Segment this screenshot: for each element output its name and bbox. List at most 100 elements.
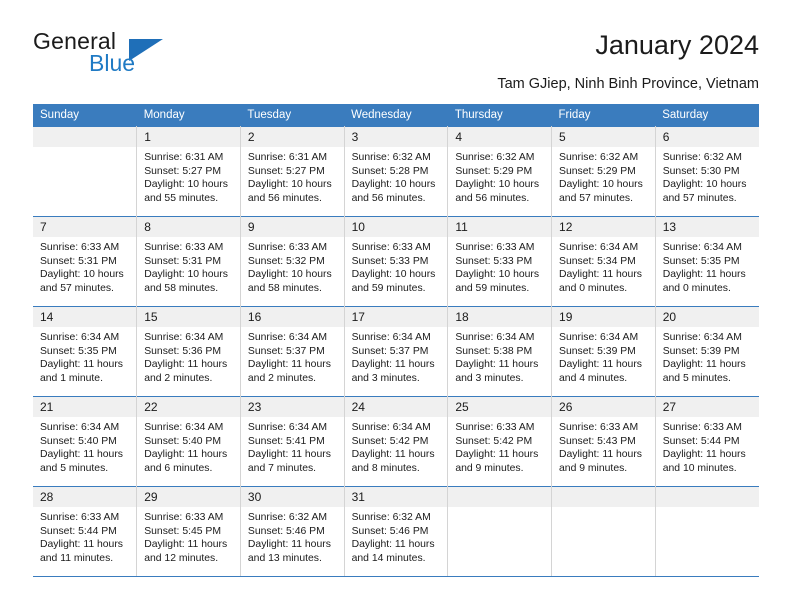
calendar-day-cell[interactable]: 24 Sunrise: 6:34 AM Sunset: 5:42 PM Dayligh… xyxy=(343,396,449,487)
day-number: 23 xyxy=(240,397,344,417)
day-details: Sunrise: 6:34 AM Sunset: 5:37 PM Daylight:… xyxy=(345,327,448,385)
day-details: Sunrise: 6:34 AM Sunset: 5:34 PM Daylight:… xyxy=(552,237,655,295)
calendar-day-cell[interactable]: 19 Sunrise: 6:34 AM Sunset: 5:39 PM Dayligh… xyxy=(551,306,656,397)
calendar-week-row: 14 Sunrise: 6:34 AM Sunset: 5:35 PM Dayligh… xyxy=(33,306,759,397)
weekday-header-saturday: Saturday xyxy=(655,104,759,127)
daylight-text-line1: Daylight: 11 hours xyxy=(662,269,746,281)
sunset-text: Sunset: 5:31 PM xyxy=(40,255,117,267)
daylight-text-line1: Daylight: 10 hours xyxy=(144,269,228,281)
day-details: Sunrise: 6:31 AM Sunset: 5:27 PM Daylight:… xyxy=(137,147,240,205)
daylight-text-line1: Daylight: 10 hours xyxy=(351,179,436,191)
daylight-text-line1: Daylight: 11 hours xyxy=(40,449,123,461)
sunrise-text: Sunrise: 6:33 AM xyxy=(455,242,535,253)
weekday-header-monday: Monday xyxy=(136,104,241,127)
sunset-text: Sunset: 5:40 PM xyxy=(144,435,222,447)
calendar-day-cell[interactable]: 2 Sunrise: 6:31 AM Sunset: 5:27 PM Daylight… xyxy=(239,126,345,217)
sunset-text: Sunset: 5:27 PM xyxy=(247,165,325,177)
sunrise-text: Sunrise: 6:33 AM xyxy=(40,242,120,253)
calendar-day-cell[interactable]: 18 Sunrise: 6:34 AM Sunset: 5:38 PM Dayligh… xyxy=(447,306,553,397)
sunset-text: Sunset: 5:41 PM xyxy=(247,435,325,447)
calendar-day-cell[interactable]: 8 Sunrise: 6:33 AM Sunset: 5:31 PM Daylight… xyxy=(136,216,241,307)
calendar-day-cell[interactable]: 23 Sunrise: 6:34 AM Sunset: 5:41 PM Dayligh… xyxy=(239,396,345,487)
day-number xyxy=(552,487,655,507)
calendar-day-cell[interactable]: 16 Sunrise: 6:34 AM Sunset: 5:37 PM Dayligh… xyxy=(239,306,345,397)
sunset-text: Sunset: 5:43 PM xyxy=(559,435,636,447)
calendar-day-cell[interactable]: 21 Sunrise: 6:34 AM Sunset: 5:40 PM Dayligh… xyxy=(33,396,138,487)
day-details: Sunrise: 6:33 AM Sunset: 5:45 PM Daylight:… xyxy=(137,507,240,565)
calendar-day-cell[interactable]: 17 Sunrise: 6:34 AM Sunset: 5:37 PM Dayligh… xyxy=(343,306,449,397)
day-number: 3 xyxy=(344,127,448,147)
sunset-text: Sunset: 5:40 PM xyxy=(40,435,117,447)
calendar-day-cell[interactable]: 5 Sunrise: 6:32 AM Sunset: 5:29 PM Daylight… xyxy=(551,126,656,217)
sunrise-text: Sunrise: 6:34 AM xyxy=(455,332,535,343)
calendar-day-cell[interactable]: 13 Sunrise: 6:34 AM Sunset: 5:35 PM Dayligh… xyxy=(654,216,759,307)
calendar-day-cell[interactable]: 1 Sunrise: 6:31 AM Sunset: 5:27 PM Daylight… xyxy=(136,126,241,217)
sunrise-text: Sunrise: 6:34 AM xyxy=(351,422,431,433)
day-details: Sunrise: 6:32 AM Sunset: 5:30 PM Daylight:… xyxy=(656,147,759,205)
calendar-day-cell[interactable]: 27 Sunrise: 6:33 AM Sunset: 5:44 PM Dayligh… xyxy=(654,396,759,487)
calendar-day-cell[interactable]: 11 Sunrise: 6:33 AM Sunset: 5:33 PM Dayligh… xyxy=(447,216,553,307)
sunrise-text: Sunrise: 6:32 AM xyxy=(662,152,742,163)
calendar-day-cell[interactable]: 10 Sunrise: 6:33 AM Sunset: 5:33 PM Dayligh… xyxy=(343,216,449,307)
brand-logo[interactable]: General Blue xyxy=(33,28,233,88)
calendar-day-cell[interactable]: 9 Sunrise: 6:33 AM Sunset: 5:32 PM Daylight… xyxy=(239,216,345,307)
daylight-text-line2: and 7 minutes. xyxy=(247,462,317,474)
daylight-text-line1: Daylight: 10 hours xyxy=(455,179,540,191)
daylight-text-line1: Daylight: 11 hours xyxy=(351,449,435,461)
calendar-day-cell[interactable]: 30 Sunrise: 6:32 AM Sunset: 5:46 PM Dayligh… xyxy=(239,486,345,577)
page-subtitle: Tam GJiep, Ninh Binh Province, Vietnam xyxy=(497,76,759,92)
day-details: Sunrise: 6:34 AM Sunset: 5:40 PM Daylight:… xyxy=(137,417,240,475)
daylight-text-line1: Daylight: 10 hours xyxy=(662,179,747,191)
sunset-text: Sunset: 5:37 PM xyxy=(351,345,429,357)
sunrise-text: Sunrise: 6:32 AM xyxy=(351,152,431,163)
sunset-text: Sunset: 5:29 PM xyxy=(455,165,533,177)
sunrise-text: Sunrise: 6:34 AM xyxy=(351,332,431,343)
calendar-day-cell[interactable]: 28 Sunrise: 6:33 AM Sunset: 5:44 PM Dayligh… xyxy=(33,486,138,577)
daylight-text-line2: and 0 minutes. xyxy=(662,282,731,294)
calendar-day-cell[interactable]: 7 Sunrise: 6:33 AM Sunset: 5:31 PM Daylight… xyxy=(33,216,138,307)
day-number: 12 xyxy=(552,217,655,237)
calendar-day-cell[interactable]: 22 Sunrise: 6:34 AM Sunset: 5:40 PM Dayligh… xyxy=(136,396,241,487)
page-title: January 2024 xyxy=(595,30,759,60)
daylight-text-line1: Daylight: 11 hours xyxy=(559,449,642,461)
weekday-header-wednesday: Wednesday xyxy=(344,104,448,127)
calendar-day-cell[interactable]: 4 Sunrise: 6:32 AM Sunset: 5:29 PM Daylight… xyxy=(447,126,553,217)
day-number xyxy=(33,127,137,147)
calendar-day-cell[interactable]: 25 Sunrise: 6:33 AM Sunset: 5:42 PM Dayligh… xyxy=(447,396,553,487)
day-details: Sunrise: 6:34 AM Sunset: 5:42 PM Daylight:… xyxy=(345,417,448,475)
day-number: 16 xyxy=(240,307,344,327)
calendar-day-cell[interactable]: 14 Sunrise: 6:34 AM Sunset: 5:35 PM Dayligh… xyxy=(33,306,138,397)
daylight-text-line1: Daylight: 11 hours xyxy=(662,359,746,371)
calendar-day-cell[interactable]: 26 Sunrise: 6:33 AM Sunset: 5:43 PM Dayligh… xyxy=(551,396,656,487)
calendar-day-cell[interactable]: 6 Sunrise: 6:32 AM Sunset: 5:30 PM Daylight… xyxy=(654,126,759,217)
daylight-text-line1: Daylight: 10 hours xyxy=(559,179,643,191)
calendar-day-cell[interactable]: 29 Sunrise: 6:33 AM Sunset: 5:45 PM Dayligh… xyxy=(136,486,241,577)
brand-name-blue: Blue xyxy=(89,50,136,76)
day-number: 25 xyxy=(448,397,552,417)
daylight-text-line1: Daylight: 10 hours xyxy=(144,179,228,191)
daylight-text-line1: Daylight: 11 hours xyxy=(455,449,539,461)
day-number: 11 xyxy=(448,217,552,237)
daylight-text-line2: and 56 minutes. xyxy=(247,192,322,204)
daylight-text-line1: Daylight: 11 hours xyxy=(247,449,331,461)
sunset-text: Sunset: 5:39 PM xyxy=(662,345,740,357)
calendar-day-cell[interactable]: 12 Sunrise: 6:34 AM Sunset: 5:34 PM Dayligh… xyxy=(551,216,656,307)
day-number xyxy=(655,487,759,507)
day-number: 27 xyxy=(655,397,759,417)
day-details: Sunrise: 6:34 AM Sunset: 5:38 PM Daylight:… xyxy=(448,327,551,385)
calendar-day-cell[interactable]: 31 Sunrise: 6:32 AM Sunset: 5:46 PM Dayligh… xyxy=(343,486,449,577)
sunset-text: Sunset: 5:35 PM xyxy=(40,345,117,357)
sunrise-text: Sunrise: 6:34 AM xyxy=(247,332,328,343)
daylight-text-line2: and 55 minutes. xyxy=(144,192,219,204)
sunrise-text: Sunrise: 6:31 AM xyxy=(144,152,224,163)
day-number: 20 xyxy=(655,307,759,327)
sunrise-text: Sunrise: 6:33 AM xyxy=(144,242,224,253)
sunset-text: Sunset: 5:27 PM xyxy=(144,165,222,177)
weekday-header-thursday: Thursday xyxy=(447,104,552,127)
calendar-day-cell[interactable]: 20 Sunrise: 6:34 AM Sunset: 5:39 PM Dayligh… xyxy=(654,306,759,397)
daylight-text-line1: Daylight: 11 hours xyxy=(144,539,228,551)
calendar-day-cell[interactable]: 3 Sunrise: 6:32 AM Sunset: 5:28 PM Daylight… xyxy=(343,126,449,217)
calendar-day-cell[interactable]: 15 Sunrise: 6:34 AM Sunset: 5:36 PM Dayligh… xyxy=(136,306,241,397)
daylight-text-line2: and 14 minutes. xyxy=(351,552,426,564)
calendar-cell-empty xyxy=(551,486,656,577)
